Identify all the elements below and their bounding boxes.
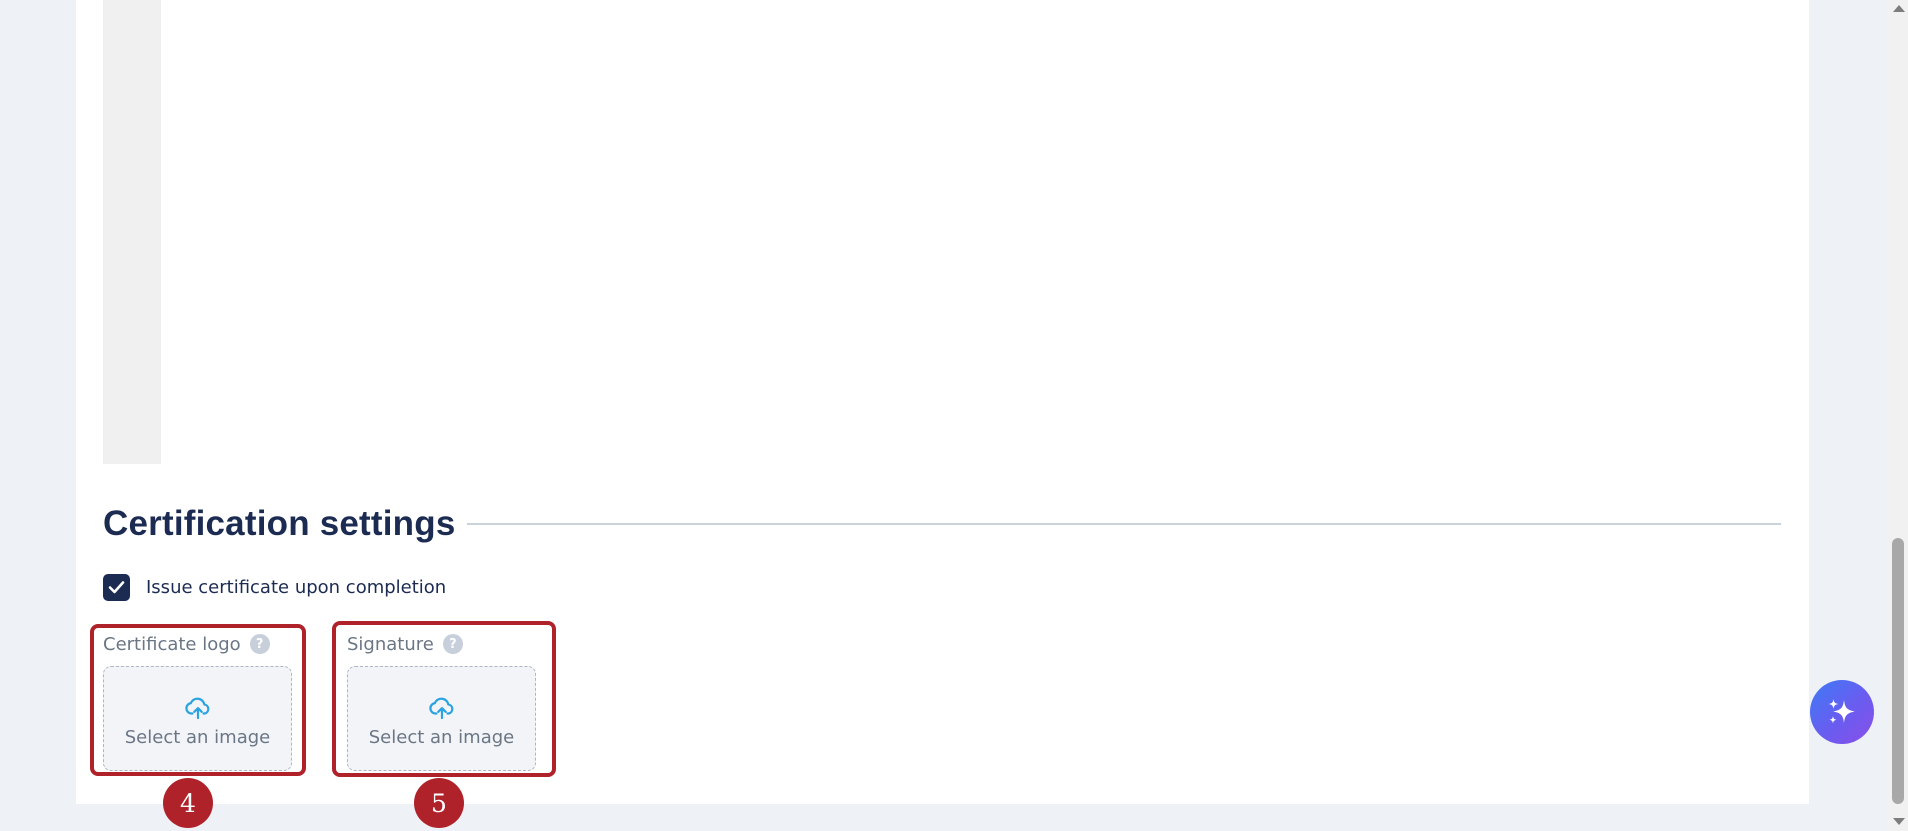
section-title: Certification settings [103,504,456,543]
scroll-up-arrow-icon[interactable] [1893,5,1905,12]
section-divider [467,523,1781,525]
annotation-box-certificate-logo [90,624,306,776]
scrollbar-thumb[interactable] [1892,538,1904,804]
issue-certificate-checkbox[interactable] [103,573,130,601]
sparkle-icon [1828,699,1855,724]
window-scrollbar[interactable] [1888,0,1908,831]
content-sidebar-strip [103,0,161,464]
checkmark-icon [108,581,125,594]
ai-assistant-button[interactable] [1810,680,1874,744]
annotation-badge-5: 5 [414,778,464,828]
issue-certificate-row[interactable]: Issue certificate upon completion [103,573,446,601]
annotation-box-signature [332,621,556,777]
issue-certificate-label: Issue certificate upon completion [146,576,447,598]
annotation-badge-4: 4 [163,778,213,828]
scroll-down-arrow-icon[interactable] [1893,818,1905,825]
